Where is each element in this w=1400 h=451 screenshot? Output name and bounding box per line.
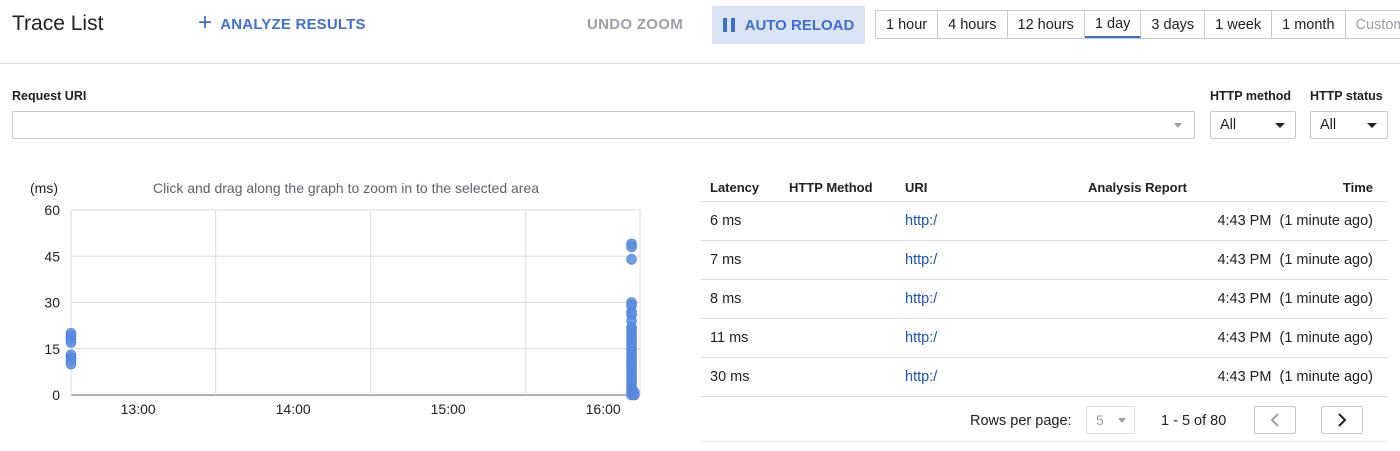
table-row[interactable]: 30 ms http:/ 4:43 PM (1 minute ago) [701,358,1388,397]
pagination: Rows per page: 5 1 - 5 of 80 [701,402,1388,442]
x-tick-label: 14:00 [276,401,311,417]
analyze-results-button[interactable]: + ANALYZE RESULTS [198,9,366,36]
range-1-hour[interactable]: 1 hour [876,11,939,38]
latency-cell: 8 ms [710,291,742,307]
page-title: Trace List [12,12,104,35]
table-row[interactable]: 7 ms http:/ 4:43 PM (1 minute ago) [701,241,1388,280]
analyze-results-label: ANALYZE RESULTS [220,15,366,33]
y-tick-label: 15 [44,341,60,357]
range-custom[interactable]: Custom [1345,11,1400,38]
y-tick-label: 60 [44,202,60,218]
latency-chart[interactable]: (ms) Click and drag along the graph to z… [0,170,660,430]
http-status-label: HTTP status [1310,89,1383,103]
col-time[interactable]: Time [1343,180,1373,195]
uri-link[interactable]: http:/ [905,291,937,307]
header-bar: Trace List + ANALYZE RESULTS UNDO ZOOM A… [0,0,1400,64]
table-row[interactable]: 11 ms http:/ 4:43 PM (1 minute ago) [701,319,1388,358]
next-page-button[interactable] [1321,406,1363,434]
data-point [626,254,637,265]
x-tick-label: 13:00 [121,401,156,417]
page-range-text: 1 - 5 of 80 [1161,413,1227,429]
rows-per-page-select[interactable]: 5 [1086,406,1135,434]
plus-icon: + [198,9,213,36]
http-status-value: All [1320,117,1337,133]
x-tick-label: 15:00 [431,401,466,417]
uri-link[interactable]: http:/ [905,369,937,385]
uri-link[interactable]: http:/ [905,252,937,268]
table-row[interactable]: 8 ms http:/ 4:43 PM (1 minute ago) [701,280,1388,319]
time-cell: 4:43 PM (1 minute ago) [1217,291,1373,307]
rows-per-page-label: Rows per page: [970,413,1072,429]
data-point [65,358,77,370]
http-method-label: HTTP method [1210,89,1292,103]
scatter-plot[interactable]: 0 15 30 45 60 13:00 14:00 15:00 16:00 [0,170,660,430]
latency-cell: 11 ms [710,330,749,346]
col-latency[interactable]: Latency [710,180,759,195]
undo-zoom-button[interactable]: UNDO ZOOM [587,16,683,33]
time-cell: 4:43 PM (1 minute ago) [1217,252,1373,268]
uri-link[interactable]: http:/ [905,213,937,229]
data-point [65,337,77,348]
time-range-selector: 1 hour 4 hours 12 hours 1 day 3 days 1 w… [875,10,1400,39]
time-cell: 4:43 PM (1 minute ago) [1217,330,1373,346]
chevron-down-icon [1275,123,1285,128]
y-tick-label: 0 [52,387,60,403]
uri-link[interactable]: http:/ [905,330,937,346]
range-12-hours[interactable]: 12 hours [1007,11,1085,38]
chevron-left-icon [1270,413,1279,427]
request-uri-label: Request URI [12,89,87,103]
table-header: Latency HTTP Method URI Analysis Report … [701,168,1388,202]
prev-page-button[interactable] [1254,406,1296,434]
chevron-down-icon [1367,123,1377,128]
auto-reload-label: AUTO RELOAD [744,16,855,34]
chevron-down-icon [1118,418,1126,423]
chevron-right-icon [1338,413,1347,427]
col-uri[interactable]: URI [905,180,927,195]
y-tick-label: 45 [44,248,60,264]
range-1-month[interactable]: 1 month [1272,11,1346,38]
pause-icon [722,18,735,32]
request-uri-input[interactable] [13,112,1163,138]
x-tick-label: 16:00 [586,401,621,417]
data-point [626,241,637,253]
range-1-week[interactable]: 1 week [1205,11,1273,38]
latency-cell: 30 ms [710,369,750,385]
trace-table: Latency HTTP Method URI Analysis Report … [701,168,1388,397]
table-row[interactable]: 6 ms http:/ 4:43 PM (1 minute ago) [701,202,1388,241]
col-analysis-report[interactable]: Analysis Report [1088,180,1187,195]
range-1-day[interactable]: 1 day [1084,11,1142,38]
range-4-hours[interactable]: 4 hours [938,11,1008,38]
rows-per-page-value: 5 [1096,412,1104,428]
latency-cell: 7 ms [710,252,742,268]
http-status-select[interactable]: All [1310,111,1388,139]
http-method-value: All [1220,117,1237,133]
y-tick-label: 30 [44,295,60,311]
time-cell: 4:43 PM (1 minute ago) [1217,213,1373,229]
time-cell: 4:43 PM (1 minute ago) [1217,369,1373,385]
col-http-method[interactable]: HTTP Method [789,180,873,195]
chevron-down-icon [1174,123,1182,128]
request-uri-field[interactable] [12,111,1195,139]
range-3-days[interactable]: 3 days [1141,11,1206,38]
http-method-select[interactable]: All [1210,111,1296,139]
auto-reload-button[interactable]: AUTO RELOAD [712,6,865,44]
data-point [628,389,640,401]
latency-cell: 6 ms [710,213,742,229]
